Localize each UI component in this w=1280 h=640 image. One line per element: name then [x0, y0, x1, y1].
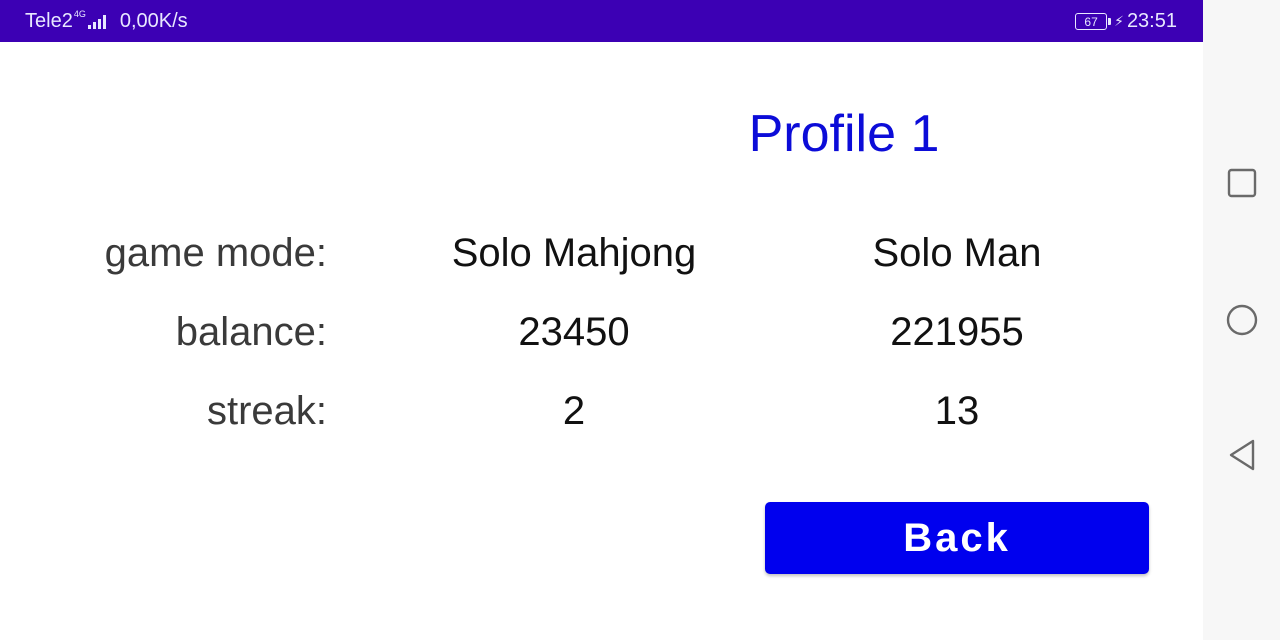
- home-icon: [1226, 304, 1257, 336]
- charging-icon: ⚡︎: [1114, 13, 1124, 29]
- status-time: 23:51: [1126, 10, 1177, 32]
- status-bar: Tele2 4G 0,00K/s 67 ⚡︎ 23:51: [0, 0, 1203, 42]
- back-button[interactable]: Back: [765, 502, 1149, 574]
- game-mode-label: game mode:: [104, 231, 327, 275]
- home-button[interactable]: [1203, 290, 1280, 350]
- battery-icon: 67: [1075, 13, 1112, 30]
- streak-label: streak:: [206, 389, 327, 433]
- status-left: Tele2 4G 0,00K/s: [25, 8, 188, 33]
- balance-value-2: 221955: [890, 310, 1024, 354]
- stats-row-balance: balance: 23450 221955: [0, 307, 1203, 357]
- balance-label: balance:: [175, 310, 327, 354]
- stats-row-game-mode: game mode: Solo Mahjong Solo Man: [0, 228, 1203, 278]
- recent-apps-icon: [1227, 168, 1256, 198]
- signal-icon: [87, 14, 106, 29]
- system-back-button[interactable]: [1203, 425, 1280, 485]
- network-type: 4G: [73, 8, 86, 19]
- game-mode-value-1: Solo Mahjong: [451, 231, 697, 275]
- streak-value-1: 2: [562, 389, 586, 433]
- stats-row-streak: streak: 2 13: [0, 386, 1203, 436]
- carrier-name: Tele2: [25, 10, 73, 32]
- page-title: Profile 1: [748, 105, 940, 163]
- navigation-bar: [1203, 0, 1280, 640]
- streak-value-2: 13: [934, 389, 980, 433]
- balance-value-1: 23450: [518, 310, 630, 354]
- recent-apps-button[interactable]: [1203, 153, 1280, 213]
- back-icon: [1229, 439, 1254, 471]
- game-mode-value-2: Solo Man: [872, 231, 1042, 275]
- network-speed: 0,00K/s: [119, 10, 188, 32]
- battery-level: 67: [1084, 14, 1098, 29]
- status-right: 67 ⚡︎ 23:51: [1075, 10, 1177, 33]
